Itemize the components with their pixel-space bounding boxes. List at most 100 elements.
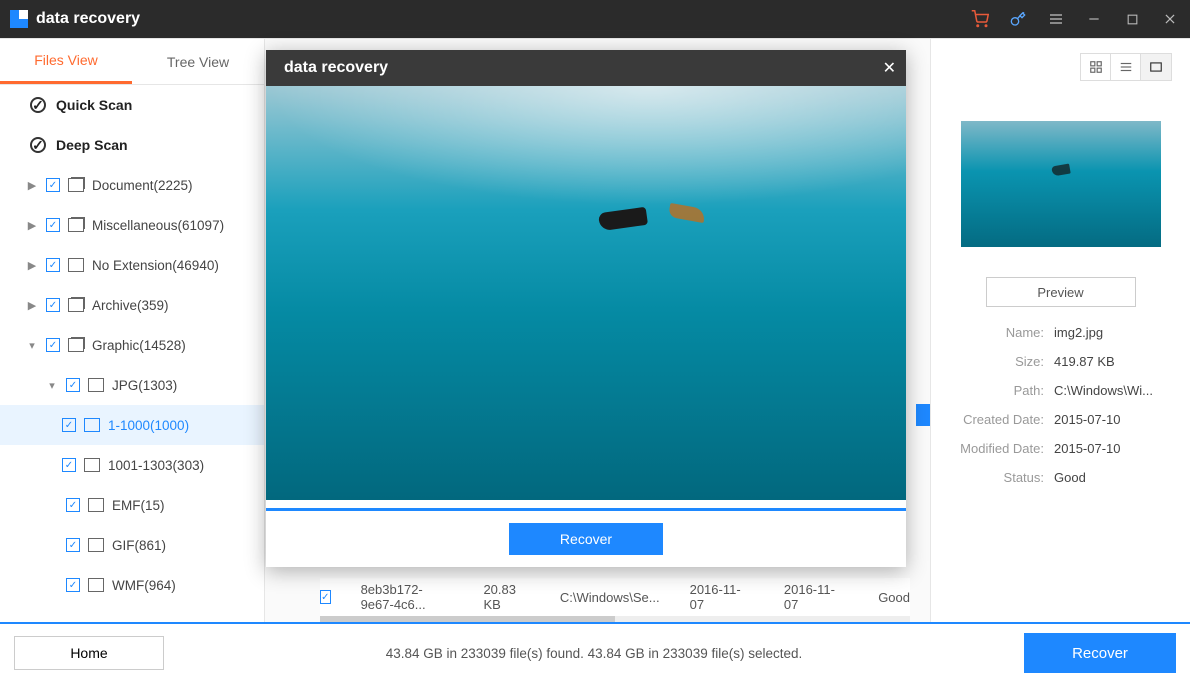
quick-scan[interactable]: ✓ Quick Scan (0, 85, 264, 125)
minimize-icon[interactable] (1084, 9, 1104, 29)
checkbox[interactable]: ✓ (66, 578, 80, 592)
tree-item-gif[interactable]: ✓GIF(861) (0, 525, 264, 565)
chevron-down-icon: ▾ (26, 339, 38, 352)
chevron-right-icon: ▶ (26, 259, 38, 272)
tree-label: WMF(964) (112, 578, 176, 593)
deep-scan[interactable]: ✓ Deep Scan (0, 125, 264, 165)
preview-thumbnail (961, 121, 1161, 247)
tree-label: Document(2225) (92, 178, 193, 193)
sidebar: Files View Tree View ✓ Quick Scan ✓ Deep… (0, 39, 265, 622)
checkbox[interactable]: ✓ (62, 458, 76, 472)
label-created: Created Date: (949, 412, 1044, 427)
label-name: Name: (949, 325, 1044, 340)
modal-image (266, 86, 906, 500)
tree-item-document[interactable]: ▶ ✓ Document(2225) (0, 165, 264, 205)
check-circle-icon: ✓ (30, 97, 46, 113)
checkbox[interactable]: ✓ (66, 538, 80, 552)
maximize-icon[interactable] (1122, 9, 1142, 29)
checkbox[interactable]: ✓ (46, 338, 60, 352)
label-status: Status: (949, 470, 1044, 485)
grid-view-icon[interactable] (1081, 54, 1111, 80)
tree-item-noext[interactable]: ▶ ✓ No Extension(46940) (0, 245, 264, 285)
folder-icon (84, 458, 100, 472)
scrollbar-thumb[interactable] (916, 404, 930, 426)
folder-icon (84, 418, 100, 432)
file-tree: ▶✓Document(2225) ▶✓Miscellaneous(61097) … (0, 165, 264, 622)
quick-scan-label: Quick Scan (56, 97, 132, 113)
file-name: 8eb3b172-9e67-4c6... (361, 582, 454, 612)
app-logo: data recovery (10, 10, 140, 28)
list-view-icon[interactable] (1111, 54, 1141, 80)
tree-item-jpg[interactable]: ▾ ✓ JPG(1303) (0, 365, 264, 405)
tree-item-graphic[interactable]: ▾ ✓ Graphic(14528) (0, 325, 264, 365)
deep-scan-label: Deep Scan (56, 137, 128, 153)
checkbox[interactable]: ✓ (46, 218, 60, 232)
chevron-right-icon: ▶ (26, 179, 38, 192)
checkbox[interactable]: ✓ (66, 498, 80, 512)
chevron-right-icon: ▶ (26, 219, 38, 232)
tree-label: EMF(15) (112, 498, 165, 513)
checkbox[interactable]: ✓ (46, 258, 60, 272)
tree-item-wmf[interactable]: ✓ WMF(964) (0, 565, 264, 605)
label-modified: Modified Date: (949, 441, 1044, 456)
folder-icon (88, 498, 104, 512)
tab-tree-view[interactable]: Tree View (132, 39, 264, 84)
modal-titlebar: data recovery ✕ (266, 50, 906, 86)
modal-recover-button[interactable]: Recover (509, 523, 663, 555)
app-name: data recovery (36, 10, 140, 28)
view-toggle (1080, 53, 1172, 81)
checkbox[interactable]: ✓ (66, 378, 80, 392)
file-size: 20.83 KB (483, 582, 529, 612)
tree-item-1-1000[interactable]: ✓ 1-1000(1000) (0, 405, 264, 445)
details-pane: Preview Name:img2.jpg Size:419.87 KB Pat… (930, 39, 1190, 622)
folder-icon (88, 538, 104, 552)
detail-view-icon[interactable] (1141, 54, 1171, 80)
status-text: 43.84 GB in 233039 file(s) found. 43.84 … (184, 646, 1004, 661)
tree-label: 1-1000(1000) (108, 418, 189, 433)
file-modified: 2016-11-07 (784, 582, 848, 612)
folder-icon (88, 378, 104, 392)
cart-icon[interactable] (970, 9, 990, 29)
titlebar: data recovery (0, 0, 1190, 38)
preview-modal: data recovery ✕ Recover (266, 50, 906, 567)
recover-button[interactable]: Recover (1024, 633, 1176, 673)
modal-title-text: data recovery (284, 59, 388, 77)
folder-icon (68, 338, 84, 352)
close-icon[interactable] (1160, 9, 1180, 29)
tree-item-emf[interactable]: ✓ EMF(15) (0, 485, 264, 525)
tab-files-view[interactable]: Files View (0, 39, 132, 84)
menu-icon[interactable] (1046, 9, 1066, 29)
tree-label: Graphic(14528) (92, 338, 186, 353)
checkbox[interactable]: ✓ (46, 178, 60, 192)
label-path: Path: (949, 383, 1044, 398)
file-status: Good (878, 590, 910, 605)
checkbox[interactable]: ✓ (46, 298, 60, 312)
checkbox[interactable]: ✓ (320, 590, 331, 604)
value-modified: 2015-07-10 (1054, 441, 1172, 456)
checkbox[interactable]: ✓ (62, 418, 76, 432)
key-icon[interactable] (1008, 9, 1028, 29)
chevron-down-icon: ▾ (46, 379, 58, 392)
home-button[interactable]: Home (14, 636, 164, 670)
file-path: C:\Windows\Se... (560, 590, 660, 605)
tree-item-misc[interactable]: ▶ ✓ Miscellaneous(61097) (0, 205, 264, 245)
tree-item-archive[interactable]: ▶✓Archive(359) (0, 285, 264, 325)
value-path: C:\Windows\Wi... (1054, 383, 1172, 398)
chevron-right-icon: ▶ (26, 299, 38, 312)
tree-label: No Extension(46940) (92, 258, 219, 273)
close-icon[interactable]: ✕ (883, 58, 896, 78)
folder-icon (68, 298, 84, 312)
horizontal-scrollbar[interactable] (320, 616, 910, 622)
label-size: Size: (949, 354, 1044, 369)
value-status: Good (1054, 470, 1172, 485)
tree-label: Miscellaneous(61097) (92, 218, 224, 233)
folder-icon (68, 218, 84, 232)
folder-icon (68, 258, 84, 272)
value-name: img2.jpg (1054, 325, 1172, 340)
tree-label: JPG(1303) (112, 378, 177, 393)
file-row[interactable]: ✓ 8eb3b172-9e67-4c6... 20.83 KB C:\Windo… (320, 578, 910, 616)
tree-item-1001-1303[interactable]: ✓1001-1303(303) (0, 445, 264, 485)
preview-button[interactable]: Preview (986, 277, 1136, 307)
folder-icon (68, 178, 84, 192)
logo-icon (10, 10, 28, 28)
